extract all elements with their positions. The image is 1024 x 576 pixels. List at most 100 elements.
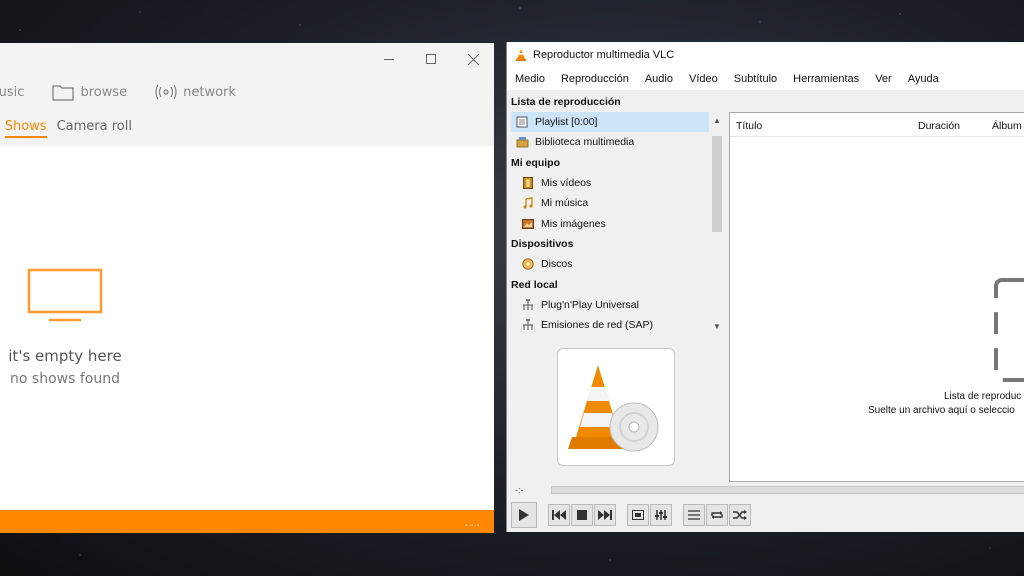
title-bar: Reproductor multimedia VLC (507, 42, 1024, 68)
seek-bar[interactable] (551, 486, 1024, 494)
shuffle-button[interactable] (729, 504, 751, 526)
empty-subtitle: no shows found (10, 371, 120, 387)
menu-medio[interactable]: Medio (515, 73, 545, 85)
sidebar-item-label: Emisiones de red (SAP) (541, 319, 654, 332)
scroll-thumb[interactable] (712, 136, 722, 232)
column-album[interactable]: Álbum (992, 120, 1022, 132)
toggle-playlist-button[interactable] (683, 504, 705, 526)
close-icon (467, 53, 479, 65)
scroll-up-icon[interactable]: ▲ (709, 112, 725, 128)
next-icon (598, 510, 612, 520)
nav-network-label: network (183, 84, 236, 100)
nav-browse[interactable]: browse (52, 83, 127, 101)
previous-button[interactable] (548, 504, 570, 526)
sidebar-item-videos[interactable]: Mis vídeos (511, 173, 711, 193)
tab-camera-roll[interactable]: Camera roll (57, 119, 132, 138)
fullscreen-icon (632, 510, 644, 520)
sidebar-item-label: Mis vídeos (541, 177, 592, 190)
minimize-button[interactable] (368, 43, 410, 75)
extended-settings-button[interactable] (650, 504, 672, 526)
loop-icon (711, 511, 723, 519)
playlist-toggle-icon (688, 510, 700, 520)
maximize-button[interactable] (410, 43, 452, 75)
playlist-icon (515, 116, 529, 128)
sidebar-item-sap[interactable]: Emisiones de red (SAP) (511, 315, 711, 335)
elapsed-time: -:- (515, 485, 524, 495)
sidebar-item-library[interactable]: Biblioteca multimedia (511, 132, 711, 152)
window-caption-buttons (368, 43, 494, 75)
sidebar-item-label: Mis imágenes (541, 217, 606, 230)
network-node-icon (521, 298, 535, 311)
loop-button[interactable] (706, 504, 728, 526)
bottom-bar: ... (0, 510, 494, 533)
tab-shows[interactable]: Shows (4, 119, 47, 138)
vlc-cone-icon (515, 48, 527, 62)
menu-video[interactable]: Vídeo (689, 73, 718, 85)
sidebar-category-red-local: Red local (511, 274, 711, 294)
playlist-table: Título Duración Álbum Lista de reproduc … (729, 112, 1024, 482)
play-icon (519, 509, 529, 521)
disc-icon (521, 258, 535, 270)
sidebar-category-dispositivos: Dispositivos (511, 234, 711, 254)
menu-audio[interactable]: Audio (645, 73, 673, 85)
sidebar-scrollbar[interactable]: ▲ ▼ (709, 112, 725, 334)
menu-ayuda[interactable]: Ayuda (908, 73, 939, 85)
menu-herramientas[interactable]: Herramientas (793, 73, 859, 85)
drop-hint-title: Lista de reproduc (944, 391, 1022, 402)
nav-music[interactable]: music (0, 85, 24, 100)
sidebar-item-label: Playlist [0:00] (535, 116, 598, 129)
nav-browse-label: browse (80, 84, 128, 100)
sidebar-category-label: Dispositivos (511, 237, 574, 250)
menu-subtitulo[interactable]: Subtítulo (734, 73, 777, 85)
window-title: Reproductor multimedia VLC (533, 49, 675, 61)
playlist-section-title: Lista de reproducción (511, 96, 621, 108)
shuffle-icon (733, 510, 747, 520)
next-button[interactable] (594, 504, 616, 526)
previous-icon (552, 510, 566, 520)
sidebar-item-upnp[interactable]: Plug'n'Play Universal (511, 295, 711, 315)
drop-zone-icon (994, 278, 1024, 382)
fullscreen-button[interactable] (627, 504, 649, 526)
music-note-icon (521, 197, 535, 209)
equalizer-icon (655, 510, 667, 520)
nav-music-label: music (0, 84, 25, 100)
scroll-down-icon[interactable]: ▼ (709, 318, 725, 334)
sub-tabs: os Shows Camera roll (0, 119, 142, 138)
sidebar-item-music[interactable]: Mi música (511, 193, 711, 213)
sidebar-category-label: Red local (511, 278, 558, 291)
column-duration[interactable]: Duración (918, 120, 960, 132)
uwp-header: music browse network os Shows (0, 43, 494, 146)
sidebar-item-label: Discos (541, 258, 573, 271)
stop-icon (577, 510, 587, 520)
sidebar-item-images[interactable]: Mis imágenes (511, 213, 711, 233)
menu-ver[interactable]: Ver (875, 73, 892, 85)
menu-bar: Medio Reproducción Audio Vídeo Subtítulo… (507, 68, 1024, 90)
sidebar-item-discs[interactable]: Discos (511, 254, 711, 274)
menu-reproduccion[interactable]: Reproducción (561, 73, 629, 85)
play-button[interactable] (511, 502, 537, 528)
minimize-icon (384, 58, 394, 60)
empty-state: it's empty here no shows found (0, 268, 130, 390)
sidebar-item-label: Plug'n'Play Universal (541, 298, 639, 311)
vlc-classic-window: Reproductor multimedia VLC Medio Reprodu… (506, 42, 1024, 532)
more-button[interactable]: ... (465, 515, 482, 529)
folder-icon (52, 83, 75, 101)
playlist-table-header: Título Duración Álbum (730, 113, 1024, 137)
vlc-uwp-window: music browse network os Shows (0, 43, 494, 533)
stop-button[interactable] (571, 504, 593, 526)
main-nav: music browse network (0, 83, 264, 101)
column-title[interactable]: Título (736, 120, 762, 132)
nav-network[interactable]: network (155, 84, 236, 100)
sidebar-category-mi-equipo: Mi equipo (511, 153, 711, 173)
video-film-icon (521, 177, 535, 190)
sidebar-item-label: Biblioteca multimedia (535, 136, 635, 149)
maximize-icon (426, 54, 436, 64)
sidebar-item-playlist[interactable]: Playlist [0:00] (511, 112, 711, 133)
sidebar-item-label: Mi música (541, 197, 589, 210)
sidebar-category-label: Mi equipo (511, 156, 560, 169)
vlc-cone-with-disc-icon (568, 365, 659, 452)
picture-icon (521, 218, 535, 230)
playback-controls (511, 502, 752, 528)
playlist-sidebar: Playlist [0:00] Biblioteca multimedia Mi… (511, 112, 711, 334)
close-button[interactable] (452, 43, 494, 75)
